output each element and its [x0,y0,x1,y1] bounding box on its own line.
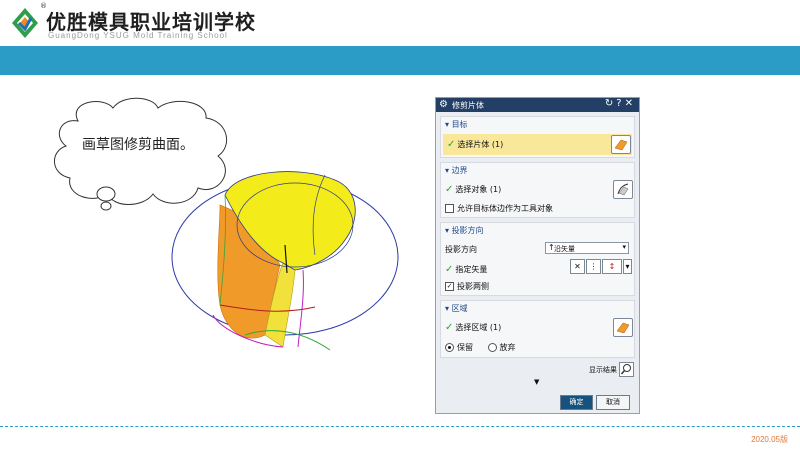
help-icon[interactable]: ? [616,98,624,109]
callout-text: 画草图修剪曲面。 [82,137,194,153]
version-label: 2020.05版 [751,435,788,444]
project-both-sides-checkbox[interactable]: ✓ 投影两侧 [445,281,489,292]
select-object-label: 选择对象 (1) [455,185,502,194]
check-icon: ✓ [445,184,454,195]
registered-mark: ® [40,2,47,10]
cad-model-view[interactable] [165,165,415,365]
cancel-button[interactable]: 取消 [596,395,630,410]
vector-dialog-button[interactable]: ✕ [570,259,585,274]
checkbox-checked[interactable]: ✓ [445,282,454,291]
section-target-header[interactable]: ▾ 目标 [445,119,468,130]
show-result-button[interactable] [619,362,634,377]
dialog-title-bar: ⚙ 修剪片体 ↻?✕ [436,98,639,112]
select-sheet-button[interactable] [611,135,631,154]
reverse-direction-button[interactable]: ⋮ [586,259,601,274]
check-icon: ✓ [445,322,454,333]
more-options-icon[interactable]: ▼ [534,378,539,386]
select-sheet-label: 选择片体 (1) [457,140,504,149]
footer-divider [0,426,800,427]
section-region: ▾ 区域 ✓ 选择区域 (1) 保留 放弃 [440,300,635,358]
allow-edge-checkbox[interactable]: 允许目标体边作为工具对象 [445,203,553,214]
section-target: ▾ 目标 ✓ 选择片体 (1) [440,116,635,158]
projection-direction-dropdown[interactable]: ↑ 沿矢量 ▾ [545,242,629,254]
discard-radio[interactable]: 放弃 [487,343,516,352]
dialog-title: 修剪片体 [452,101,484,110]
select-region-label: 选择区域 (1) [455,323,502,332]
section-projection-header[interactable]: ▾ 投影方向 [445,225,484,236]
section-boundary-header[interactable]: ▾ 边界 [445,165,468,176]
check-icon: ✓ [447,139,456,150]
close-icon[interactable]: ✕ [625,98,636,109]
sheet-icon [614,139,628,151]
school-logo-icon [12,8,38,38]
target-select-row[interactable]: ✓ 选择片体 (1) [443,134,632,155]
keep-radio[interactable]: 保留 [445,343,473,352]
magnifier-icon [620,364,631,375]
region-icon [616,322,630,334]
header-band [0,46,800,75]
reset-icon[interactable]: ↻ [605,98,616,109]
chevron-down-icon: ▾ [622,243,626,251]
section-projection: ▾ 投影方向 投影方向 ↑ 沿矢量 ▾ ✓ 指定矢量 ✕ ⋮ ↕ ▾ ✓ 投影两侧 [440,222,635,296]
trim-sheet-dialog: ⚙ 修剪片体 ↻?✕ ▾ 目标 ✓ 选择片体 (1) ▾ 边界 ✓ 选择对象 (1)… [435,97,640,414]
projection-direction-label: 投影方向 [445,245,477,254]
checkbox[interactable] [445,204,454,213]
curve-object-icon [617,183,629,196]
gear-icon[interactable]: ⚙ [439,99,448,110]
specify-vector-label: 指定矢量 [455,265,488,274]
school-name-english: GuangDong YSUG Mold Training School [48,31,228,40]
select-region-button[interactable] [613,318,633,337]
vector-type-button[interactable]: ↕ [602,259,622,274]
section-boundary: ▾ 边界 ✓ 选择对象 (1) 允许目标体边作为工具对象 [440,162,635,218]
show-result-label: 显示结果 [589,366,617,374]
section-region-header[interactable]: ▾ 区域 [445,303,468,314]
ok-button[interactable]: 确定 [560,395,593,410]
vector-type-dropdown-icon[interactable]: ▾ [623,259,632,274]
select-object-button[interactable] [613,180,633,199]
check-icon: ✓ [445,264,454,275]
